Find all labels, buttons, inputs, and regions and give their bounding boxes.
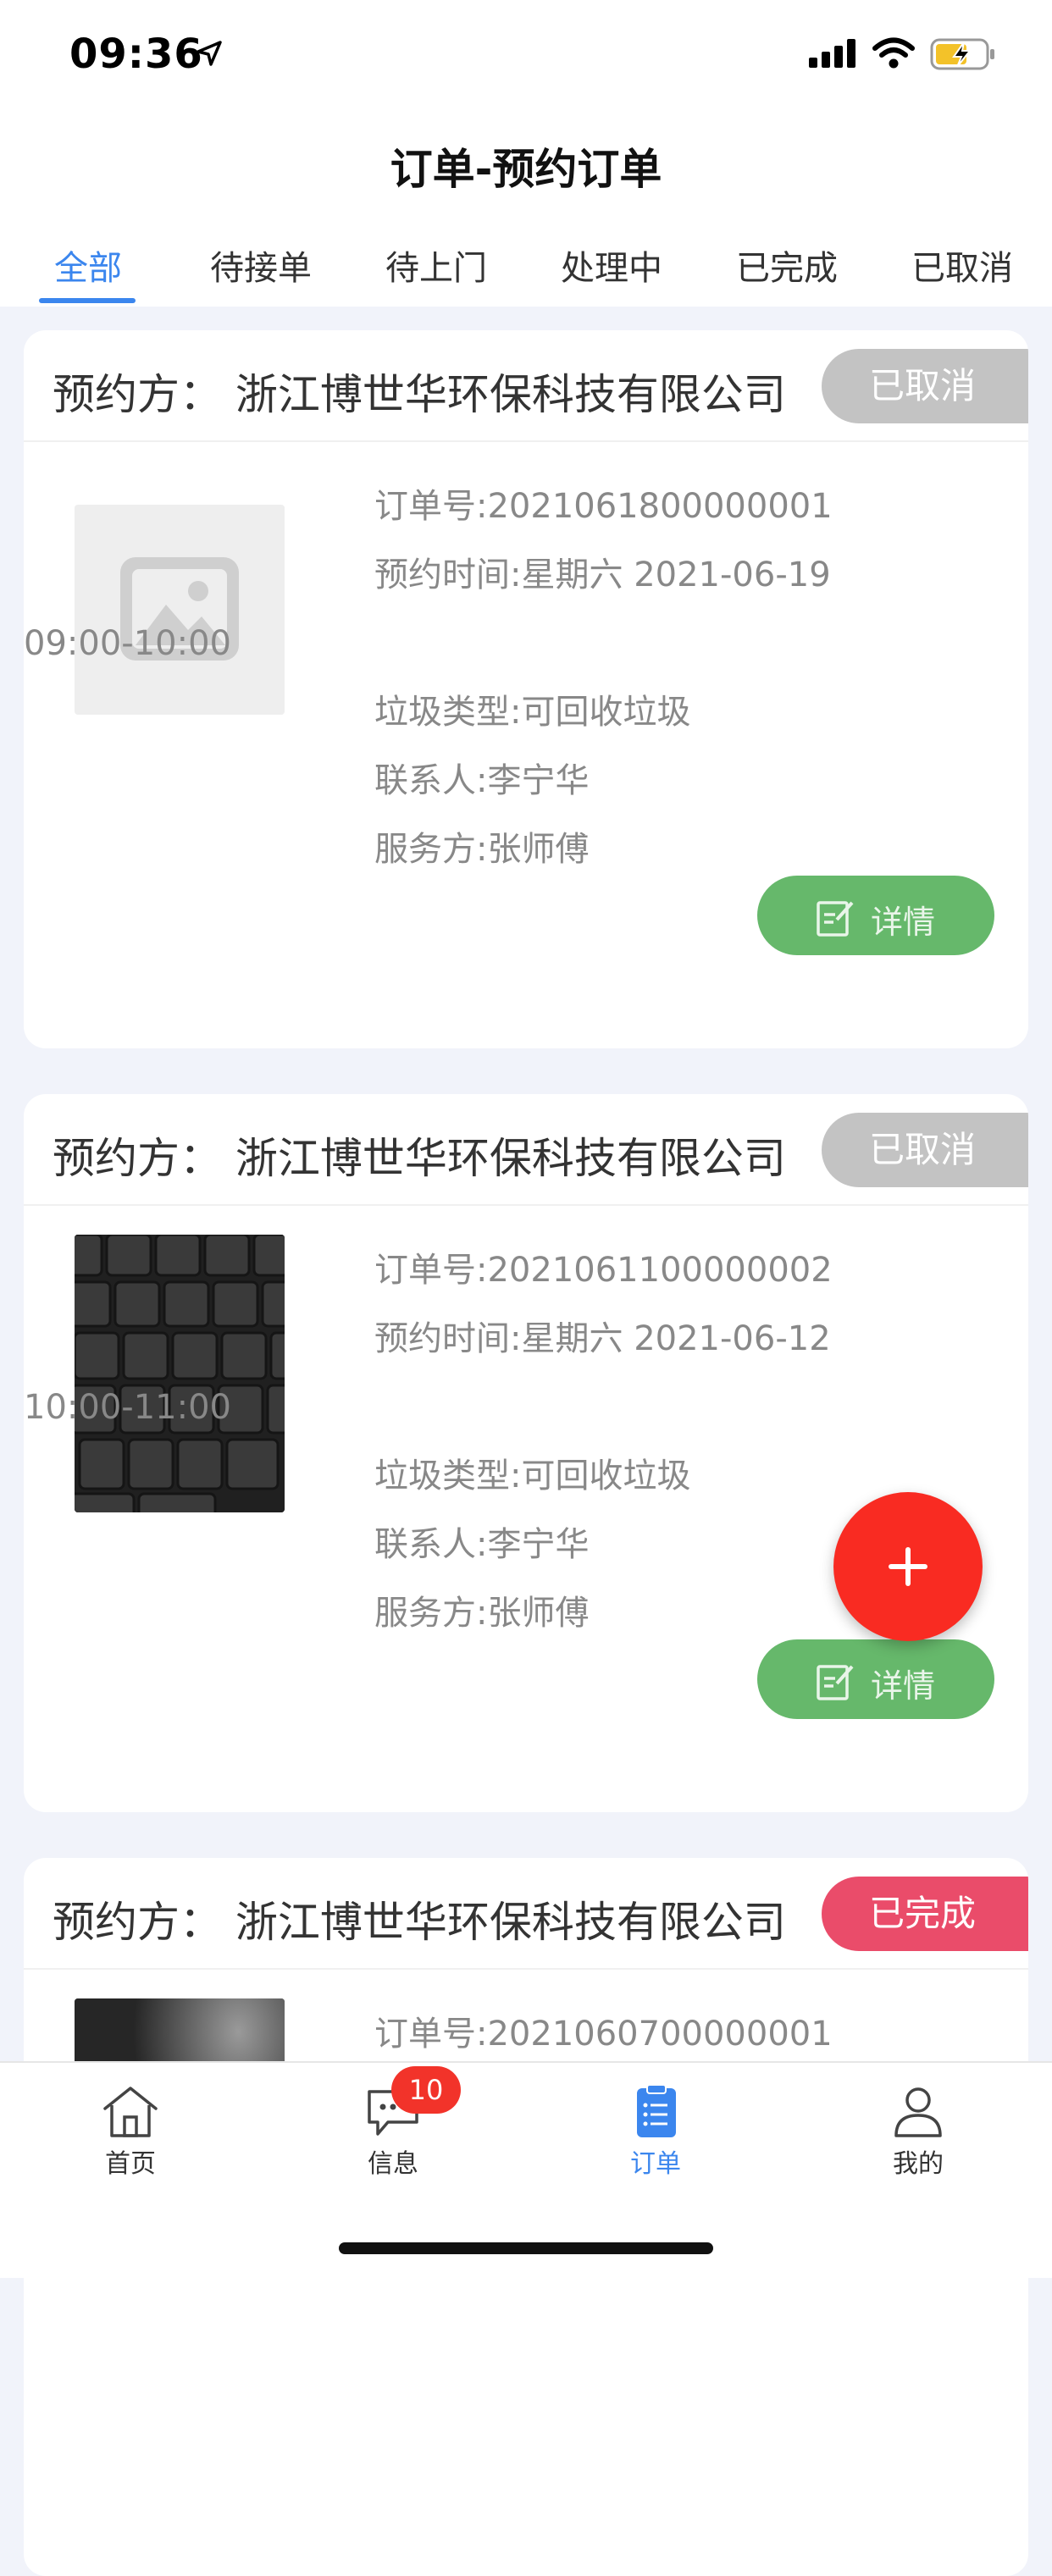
tab-pending-visit[interactable]: 待上门 bbox=[352, 240, 521, 290]
appointment-time-range: 09:00-10:00 bbox=[24, 624, 231, 663]
order-card-header: 预约方： 浙江博世华环保科技有限公司 已完成 bbox=[24, 1858, 1028, 1970]
order-number: 订单号:2021061800000001 bbox=[374, 487, 833, 526]
order-card-header: 预约方： 浙江博世华环保科技有限公司 已取消 bbox=[24, 1094, 1028, 1206]
edit-document-icon bbox=[817, 901, 854, 937]
detail-button[interactable]: 详情 bbox=[757, 1639, 994, 1719]
unread-badge: 10 bbox=[391, 2066, 461, 2114]
service-provider: 服务方:张师傅 bbox=[374, 1594, 590, 1633]
order-card[interactable]: 预约方： 浙江博世华环保科技有限公司 已取消 订单号:2021061100000… bbox=[24, 1094, 1028, 1812]
tab-completed[interactable]: 已完成 bbox=[702, 240, 872, 290]
contact-person: 联系人:李宁华 bbox=[374, 761, 590, 800]
tab-all[interactable]: 全部 bbox=[3, 240, 173, 290]
booking-party: 预约方： 浙江博世华环保科技有限公司 bbox=[53, 1134, 786, 1183]
status-badge: 已取消 bbox=[822, 1113, 1028, 1187]
location-arrow-icon bbox=[197, 41, 222, 66]
waste-type: 垃圾类型:可回收垃圾 bbox=[374, 1457, 691, 1495]
booking-party: 预约方： 浙江博世华环保科技有限公司 bbox=[53, 1898, 786, 1947]
bottom-tab-orders-label: 订单 bbox=[630, 2149, 681, 2179]
order-info: 订单号:2021061100000002 预约时间:星期六 2021-06-12… bbox=[24, 1236, 833, 1648]
bottom-tab-messages-label: 信息 bbox=[368, 2149, 418, 2179]
wifi-icon bbox=[872, 37, 915, 69]
appointment-time: 预约时间:星期六 2021-06-19 bbox=[374, 556, 831, 594]
order-info: 订单号:2021061800000001 预约时间:星期六 2021-06-19… bbox=[24, 473, 833, 884]
waste-type: 垃圾类型:可回收垃圾 bbox=[374, 693, 691, 732]
bottom-tab-mine-label: 我的 bbox=[893, 2149, 944, 2179]
status-badge: 已取消 bbox=[822, 349, 1028, 423]
bottom-tab-home-label: 首页 bbox=[105, 2149, 156, 2179]
detail-button-label: 详情 bbox=[871, 1667, 936, 1705]
appointment-time: 预约时间:星期六 2021-06-12 bbox=[374, 1319, 831, 1358]
appointment-time-range: 10:00-11:00 bbox=[24, 1388, 231, 1427]
tab-processing[interactable]: 处理中 bbox=[527, 240, 696, 290]
order-number: 订单号:2021060700000001 bbox=[374, 2015, 833, 2054]
detail-button-label: 详情 bbox=[871, 904, 936, 941]
status-time: 09:36 bbox=[69, 30, 203, 78]
booking-party: 预约方： 浙江博世华环保科技有限公司 bbox=[53, 370, 786, 419]
edit-document-icon bbox=[817, 1665, 854, 1700]
bottom-tab-orders[interactable]: 订单 bbox=[571, 2083, 740, 2180]
order-card-header: 预约方： 浙江博世华环保科技有限公司 已取消 bbox=[24, 330, 1028, 442]
order-card[interactable]: 预约方： 浙江博世华环保科技有限公司 已取消 订单号:2021061800000… bbox=[24, 330, 1028, 1048]
order-number: 订单号:2021061100000002 bbox=[374, 1251, 833, 1290]
status-bar: 09:36 bbox=[0, 0, 1052, 110]
battery-charging-icon bbox=[930, 38, 994, 70]
service-provider: 服务方:张师傅 bbox=[374, 830, 590, 869]
page-title: 订单-预约订单 bbox=[390, 145, 662, 194]
order-info: 订单号:2021060700000001 bbox=[374, 2000, 833, 2069]
tab-pending-accept[interactable]: 待接单 bbox=[176, 240, 346, 290]
order-clipboard-icon bbox=[637, 2084, 676, 2137]
home-indicator bbox=[339, 2242, 713, 2254]
active-tab-indicator bbox=[39, 298, 136, 303]
plus-icon bbox=[889, 1547, 927, 1586]
tab-cancelled[interactable]: 已取消 bbox=[878, 240, 1047, 290]
user-icon bbox=[894, 2087, 942, 2137]
detail-button[interactable]: 详情 bbox=[757, 876, 994, 955]
order-filter-tabs: 全部 待接单 待上门 处理中 已完成 已取消 bbox=[0, 212, 1052, 307]
add-order-button[interactable] bbox=[833, 1492, 983, 1641]
status-badge: 已完成 bbox=[822, 1877, 1028, 1951]
cellular-signal-icon bbox=[809, 39, 855, 68]
bottom-tab-mine[interactable]: 我的 bbox=[833, 2083, 1003, 2180]
bottom-tab-home[interactable]: 首页 bbox=[46, 2083, 215, 2180]
home-icon bbox=[103, 2087, 158, 2137]
contact-person: 联系人:李宁华 bbox=[374, 1525, 590, 1564]
nav-bar: 订单-预约订单 bbox=[0, 110, 1052, 212]
